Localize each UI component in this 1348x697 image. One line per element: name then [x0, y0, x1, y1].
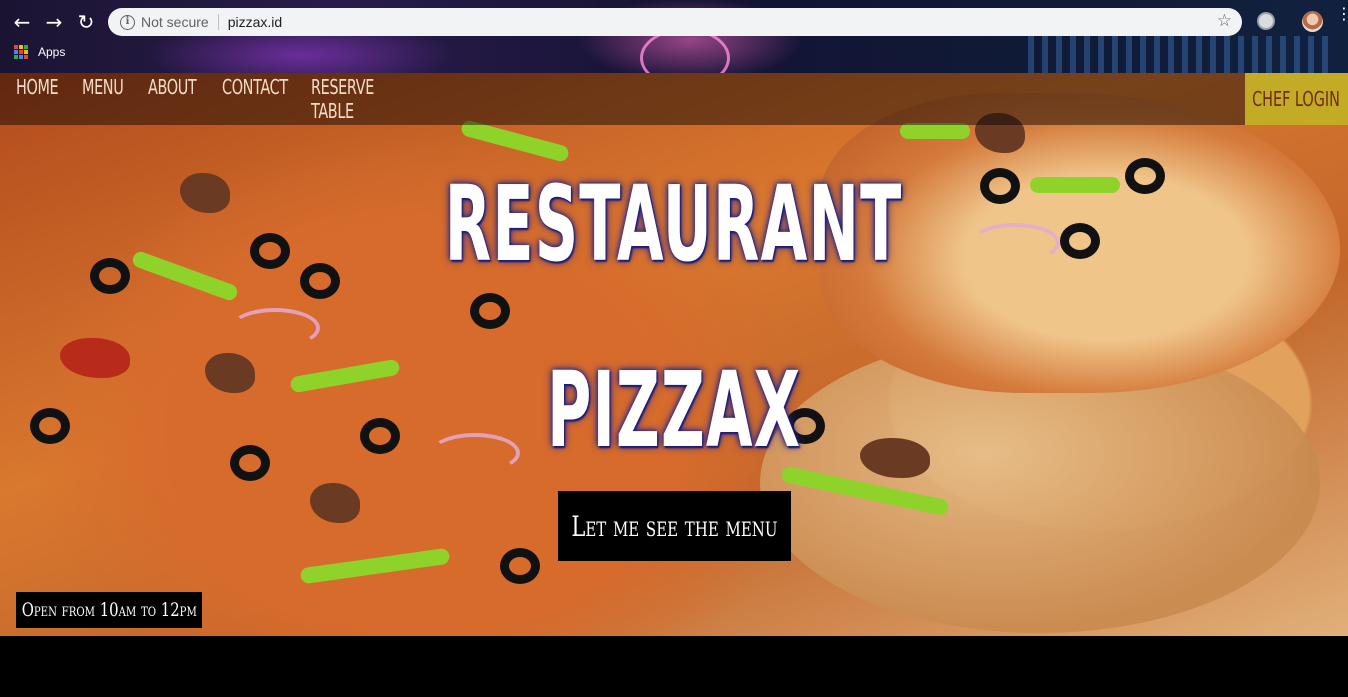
- security-label: Not secure: [141, 14, 209, 30]
- chef-login-button[interactable]: Chef Login: [1245, 73, 1348, 125]
- more-menu-icon[interactable]: ⋮: [1336, 6, 1348, 22]
- olive-decoration: [500, 548, 540, 584]
- url-text[interactable]: pizzax.id: [228, 14, 282, 30]
- hero-title-line2: PIZZAX: [0, 349, 1348, 471]
- pepper-decoration: [299, 547, 451, 585]
- back-arrow-icon[interactable]: ←: [10, 10, 34, 34]
- pepper-decoration: [459, 119, 571, 163]
- nav-item-contact[interactable]: Contact: [222, 75, 288, 123]
- extension-icon[interactable]: [1257, 12, 1275, 30]
- avatar[interactable]: [1302, 11, 1323, 32]
- nav-item-home[interactable]: Home: [16, 75, 59, 123]
- background-decoration: [1028, 36, 1328, 73]
- bookmarks-bar: Apps: [14, 45, 65, 59]
- nav-item-menu[interactable]: Menu: [82, 75, 124, 123]
- olive-decoration: [470, 293, 510, 329]
- onion-decoration: [230, 308, 320, 348]
- chef-login-label: Chef Login: [1252, 87, 1341, 111]
- hero-section: Home Menu About Contact Reserve Table Ch…: [0, 73, 1348, 636]
- address-bar[interactable]: i Not secure pizzax.id ☆: [108, 8, 1242, 36]
- divider: [217, 14, 219, 30]
- hero-title-line1: RESTAURANT: [0, 163, 1348, 285]
- opening-hours-badge: Open from 10am to 12pm: [16, 592, 202, 628]
- forward-arrow-icon[interactable]: →: [42, 10, 66, 34]
- apps-bookmark[interactable]: Apps: [38, 45, 65, 59]
- sausage-decoration: [310, 483, 360, 523]
- pepper-decoration: [900, 123, 970, 139]
- page-bottom: [0, 636, 1348, 697]
- nav-item-about[interactable]: About: [148, 75, 197, 123]
- apps-grid-icon[interactable]: [14, 45, 28, 59]
- hero-title-text: PIZZAX: [546, 349, 802, 471]
- info-icon[interactable]: i: [120, 14, 135, 30]
- hero-title-text: RESTAURANT: [445, 163, 903, 285]
- nav-item-reserve-table[interactable]: Reserve Table: [311, 75, 374, 123]
- star-icon[interactable]: ☆: [1217, 11, 1232, 31]
- opening-hours-text: Open from 10am to 12pm: [21, 599, 197, 621]
- browser-chrome: ← → ↻ i Not secure pizzax.id ☆ ⋮ Apps: [0, 0, 1348, 88]
- see-menu-button[interactable]: Let me see the menu: [558, 491, 791, 561]
- reload-icon[interactable]: ↻: [74, 10, 98, 34]
- site-navbar: Home Menu About Contact Reserve Table Ch…: [0, 73, 1348, 125]
- see-menu-label: Let me see the menu: [571, 509, 778, 543]
